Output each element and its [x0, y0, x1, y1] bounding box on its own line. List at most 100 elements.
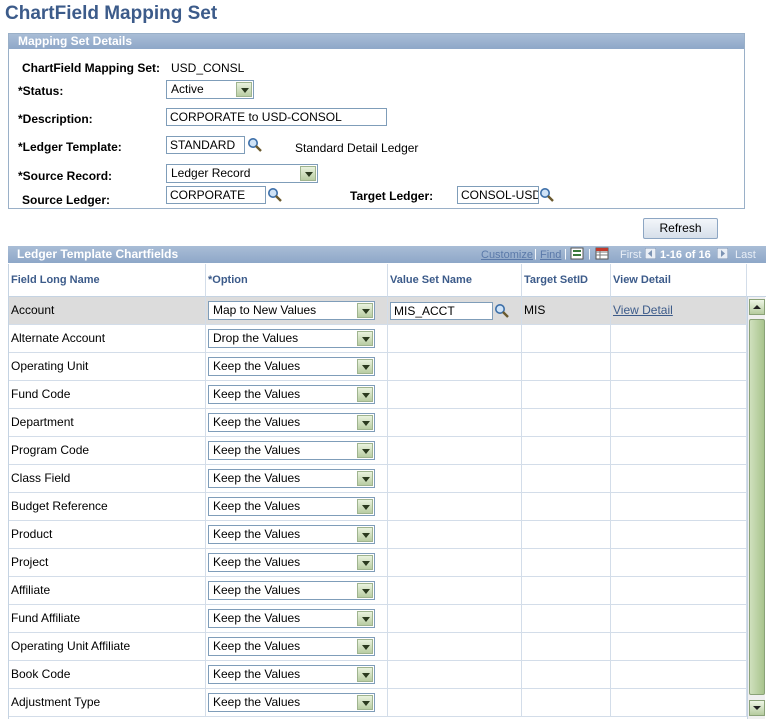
source-record-select[interactable]: Ledger Record	[166, 164, 318, 183]
target-setid-cell	[522, 381, 611, 408]
target-setid-cell	[522, 493, 611, 520]
field-long-name: Program Code	[9, 437, 206, 464]
ledger-template-input[interactable]: STANDARD	[166, 136, 245, 154]
dropdown-arrow-icon[interactable]	[300, 166, 316, 181]
scroll-down-icon[interactable]	[749, 700, 765, 716]
view-detail-cell	[611, 577, 747, 604]
option-value: Keep the Values	[213, 443, 301, 457]
view-detail-cell	[611, 409, 747, 436]
option-select[interactable]: Keep the Values	[208, 497, 375, 516]
table-row[interactable]: Department Keep the Values	[9, 409, 747, 437]
source-ledger-input[interactable]: CORPORATE	[166, 186, 266, 204]
table-row[interactable]: Project Keep the Values	[9, 549, 747, 577]
dropdown-arrow-icon[interactable]	[357, 639, 373, 654]
search-icon[interactable]	[247, 137, 263, 153]
download-icon[interactable]	[570, 247, 584, 260]
option-select[interactable]: Keep the Values	[208, 385, 375, 404]
dropdown-arrow-icon[interactable]	[357, 667, 373, 682]
dropdown-arrow-icon[interactable]	[357, 499, 373, 514]
table-row[interactable]: Book Code Keep the Values	[9, 661, 747, 689]
first-arrow-icon[interactable]	[645, 248, 656, 259]
dropdown-arrow-icon[interactable]	[357, 415, 373, 430]
search-icon[interactable]	[267, 187, 283, 203]
option-select[interactable]: Keep the Values	[208, 413, 375, 432]
table-row[interactable]: Product Keep the Values	[9, 521, 747, 549]
option-cell: Keep the Values	[206, 409, 388, 436]
table-row[interactable]: Budget Reference Keep the Values	[9, 493, 747, 521]
search-icon[interactable]	[539, 187, 555, 203]
option-select[interactable]: Map to New Values	[208, 301, 375, 320]
mapping-set-label: ChartField Mapping Set:	[22, 61, 160, 75]
view-all-icon[interactable]	[595, 247, 609, 260]
option-value: Keep the Values	[213, 555, 301, 569]
grid-scrollbar[interactable]	[747, 297, 765, 719]
scroll-thumb[interactable]	[749, 319, 765, 695]
value-set-input[interactable]: MIS_ACCT	[390, 302, 493, 320]
dropdown-arrow-icon[interactable]	[357, 331, 373, 346]
option-select[interactable]: Keep the Values	[208, 441, 375, 460]
option-select[interactable]: Keep the Values	[208, 609, 375, 628]
column-header-field[interactable]: Field Long Name	[9, 264, 206, 297]
table-row[interactable]: Fund Code Keep the Values	[9, 381, 747, 409]
table-row[interactable]: Alternate Account Drop the Values	[9, 325, 747, 353]
option-select[interactable]: Keep the Values	[208, 553, 375, 572]
ledger-template-description: Standard Detail Ledger	[295, 141, 419, 155]
option-select[interactable]: Keep the Values	[208, 525, 375, 544]
page-title: ChartField Mapping Set	[5, 3, 218, 24]
panel-header: Mapping Set Details	[9, 34, 744, 49]
status-select[interactable]: Active	[166, 80, 254, 99]
value-set-cell	[388, 325, 522, 352]
target-ledger-input[interactable]: CONSOL-USD	[457, 186, 539, 204]
table-row[interactable]: Operating Unit Keep the Values	[9, 353, 747, 381]
column-header-view-detail[interactable]: View Detail	[611, 264, 747, 297]
dropdown-arrow-icon[interactable]	[357, 471, 373, 486]
search-icon[interactable]	[494, 303, 510, 319]
table-row[interactable]: Class Field Keep the Values	[9, 465, 747, 493]
dropdown-arrow-icon[interactable]	[357, 527, 373, 542]
table-row[interactable]: Affiliate Keep the Values	[9, 577, 747, 605]
view-detail-cell	[611, 605, 747, 632]
separator: |	[588, 248, 591, 260]
field-long-name: Budget Reference	[9, 493, 206, 520]
view-detail-link[interactable]: View Detail	[613, 303, 673, 317]
column-header-target-setid[interactable]: Target SetID	[522, 264, 611, 297]
option-value: Map to New Values	[213, 303, 317, 317]
dropdown-arrow-icon[interactable]	[236, 82, 252, 97]
target-setid-cell: MIS	[522, 297, 611, 324]
option-cell: Keep the Values	[206, 521, 388, 548]
option-select[interactable]: Keep the Values	[208, 637, 375, 656]
dropdown-arrow-icon[interactable]	[357, 555, 373, 570]
dropdown-arrow-icon[interactable]	[357, 387, 373, 402]
dropdown-arrow-icon[interactable]	[357, 303, 373, 318]
option-select[interactable]: Keep the Values	[208, 469, 375, 488]
view-detail-cell	[611, 353, 747, 380]
option-select[interactable]: Keep the Values	[208, 693, 375, 712]
option-value: Keep the Values	[213, 527, 301, 541]
option-select[interactable]: Keep the Values	[208, 665, 375, 684]
table-row[interactable]: Operating Unit Affiliate Keep the Values	[9, 633, 747, 661]
table-row[interactable]: Program Code Keep the Values	[9, 437, 747, 465]
column-header-value-set[interactable]: Value Set Name	[388, 264, 522, 297]
dropdown-arrow-icon[interactable]	[357, 583, 373, 598]
option-select[interactable]: Drop the Values	[208, 329, 375, 348]
customize-link[interactable]: Customize	[481, 247, 533, 263]
dropdown-arrow-icon[interactable]	[357, 359, 373, 374]
table-row[interactable]: Adjustment Type Keep the Values	[9, 689, 747, 717]
table-row[interactable]: Fund Affiliate Keep the Values	[9, 605, 747, 633]
dropdown-arrow-icon[interactable]	[357, 443, 373, 458]
option-select[interactable]: Keep the Values	[208, 357, 375, 376]
target-setid-cell	[522, 353, 611, 380]
option-cell: Keep the Values	[206, 577, 388, 604]
scroll-up-icon[interactable]	[749, 299, 765, 315]
description-input[interactable]: CORPORATE to USD-CONSOL	[166, 108, 387, 126]
find-link[interactable]: Find	[540, 247, 561, 263]
target-setid-cell	[522, 409, 611, 436]
table-row[interactable]: Account Map to New Values MIS_ACCT MIS View …	[9, 297, 747, 325]
dropdown-arrow-icon[interactable]	[357, 611, 373, 626]
last-arrow-icon[interactable]	[717, 248, 728, 259]
column-header-option[interactable]: *Option	[206, 264, 388, 297]
dropdown-arrow-icon[interactable]	[357, 695, 373, 710]
value-set-cell	[388, 493, 522, 520]
option-select[interactable]: Keep the Values	[208, 581, 375, 600]
refresh-button[interactable]: Refresh	[643, 218, 718, 239]
